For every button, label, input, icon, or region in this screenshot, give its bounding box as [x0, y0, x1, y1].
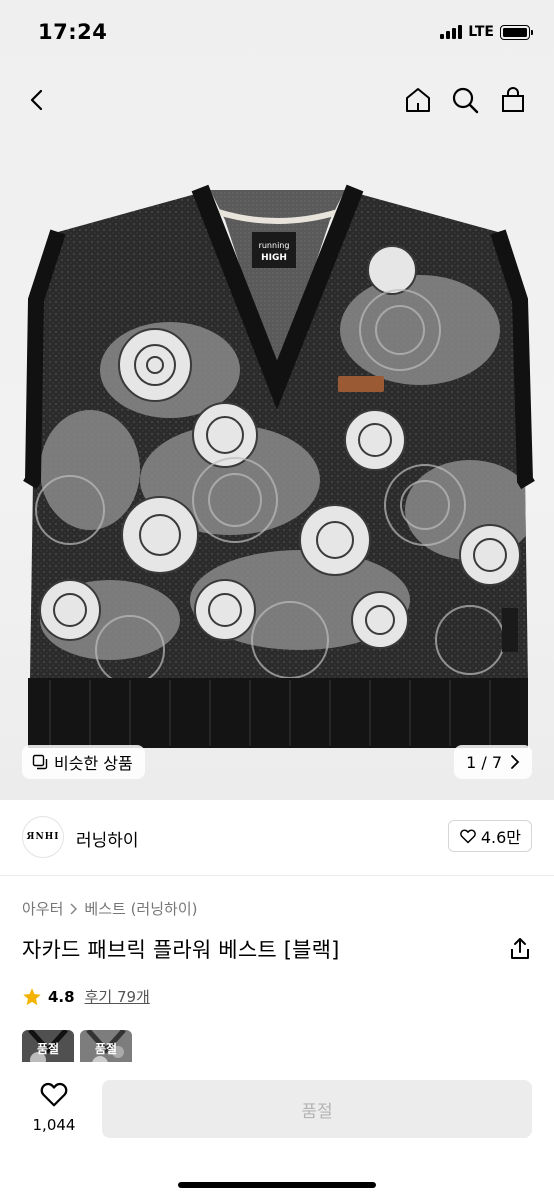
share-icon[interactable] — [508, 936, 532, 962]
sold-out-label: 품절 — [94, 1042, 118, 1056]
wishlist-count: 1,044 — [32, 1116, 76, 1134]
vest-tag-bottom: HIGH — [261, 253, 287, 263]
status-bar: 17:24 LTE — [0, 0, 554, 66]
brand-like-button[interactable]: 4.6만 — [447, 820, 532, 852]
chevron-right-icon — [70, 902, 78, 915]
copy-icon — [32, 754, 48, 770]
similar-products-button[interactable]: 비슷한 상품 — [22, 745, 145, 779]
rating-score: 4.8 — [48, 987, 75, 1006]
search-icon[interactable] — [447, 82, 483, 118]
brand-like-count: 4.6만 — [480, 828, 521, 847]
sold-out-label: 품절 — [36, 1042, 60, 1056]
image-counter-button[interactable]: 1 / 7 — [454, 745, 532, 779]
vest-tag-top: running — [259, 241, 290, 250]
shopping-bag-icon[interactable] — [495, 82, 531, 118]
wishlist-button[interactable]: 1,044 — [28, 1080, 80, 1134]
product-title: 자카드 패브릭 플라워 베스트 [블랙] — [22, 938, 340, 962]
product-image-gallery[interactable]: 17:24 LTE running HIGH 비슷한 상품 1 / 7 — [0, 0, 554, 800]
home-icon[interactable] — [400, 82, 436, 118]
signal-icon — [440, 25, 463, 39]
breadcrumb-item-vest[interactable]: 베스트 (러닝하이) — [84, 898, 197, 919]
back-icon[interactable] — [20, 82, 56, 118]
status-time: 17:24 — [38, 20, 108, 44]
status-indicators: LTE — [440, 24, 533, 40]
review-count-link[interactable]: 후기 79개 — [85, 986, 150, 1007]
similar-products-label: 비슷한 상품 — [54, 754, 133, 773]
home-indicator — [178, 1182, 376, 1188]
product-image: running HIGH — [0, 180, 554, 760]
rating-row: 4.8 후기 79개 — [22, 986, 150, 1007]
brand-name[interactable]: 러닝하이 — [76, 826, 139, 851]
sold-out-button: 품절 — [102, 1080, 532, 1138]
heart-icon — [459, 829, 476, 844]
breadcrumb: 아우터 베스트 (러닝하이) — [22, 898, 197, 919]
brand-row: ЯNHI 러닝하이 4.6만 — [0, 800, 554, 876]
star-icon — [23, 987, 41, 1005]
network-type: LTE — [468, 24, 494, 40]
heart-icon — [40, 1082, 68, 1107]
chevron-right-icon — [511, 755, 520, 769]
top-nav — [0, 72, 554, 128]
battery-icon — [500, 24, 533, 40]
image-counter: 1 / 7 — [466, 752, 502, 772]
breadcrumb-item-outer[interactable]: 아우터 — [22, 898, 63, 919]
brand-logo[interactable]: ЯNHI — [22, 816, 64, 858]
bottom-action-bar: 1,044 품절 — [0, 1062, 554, 1200]
